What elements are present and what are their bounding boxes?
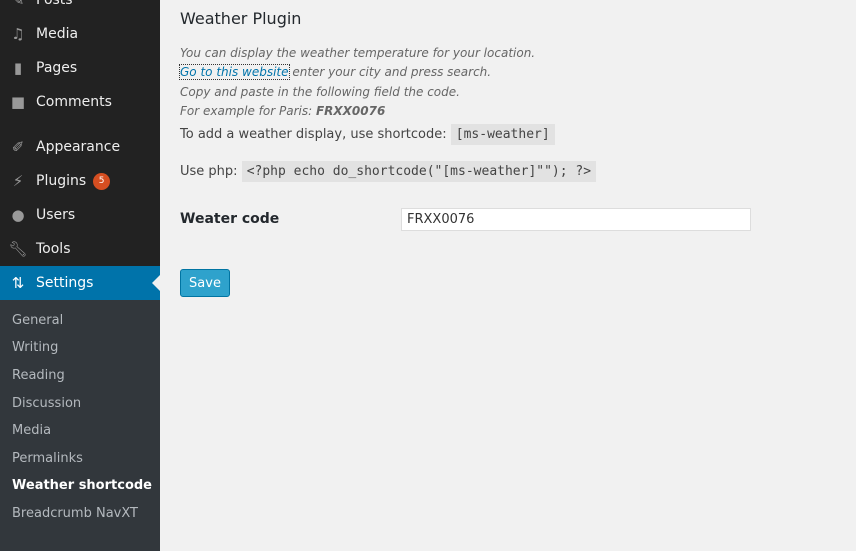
settings-icon: ⇅ [11, 274, 25, 292]
brush-icon: ✐ [11, 138, 25, 156]
description-line: For example for Paris: FRXX0076 [180, 104, 386, 118]
admin-sidebar: ✎ Posts ♫ Media ▮ Pages ■ Comments ✐ Appearan… [0, 0, 160, 551]
pages-icon: ▮ [13, 59, 23, 77]
submenu-permalinks[interactable]: Permalinks [12, 451, 83, 466]
weather-code-input[interactable] [401, 208, 751, 231]
menu-posts[interactable]: ✎ Posts [0, 0, 160, 17]
submenu-weather-shortcode[interactable]: Weather shortcode [12, 478, 152, 493]
users-icon: ● [11, 206, 25, 224]
page-title: Weather Plugin [180, 9, 302, 28]
description-line: You can display the weather temperature … [180, 46, 536, 60]
menu-users[interactable]: ● Users [0, 198, 160, 232]
submenu-reading[interactable]: Reading [12, 368, 65, 383]
weather-code-label: Weater code [180, 211, 280, 227]
example-code: FRXX0076 [315, 104, 386, 118]
submenu-general[interactable]: General [12, 313, 63, 328]
comments-icon: ■ [10, 93, 26, 111]
shortcode: [ms-weather] [450, 124, 555, 145]
save-button[interactable]: Save [180, 269, 230, 297]
submenu-writing[interactable]: Writing [12, 340, 58, 355]
website-link[interactable]: Go to this website [179, 64, 290, 80]
media-icon: ♫ [11, 25, 25, 43]
pin-icon: ✎ [11, 0, 25, 9]
description-line: Go to this website enter your city and p… [179, 64, 492, 80]
menu-settings[interactable]: ⇅ Settings [0, 266, 160, 300]
php-snippet: <?php echo do_shortcode("[ms-weather]"")… [241, 161, 597, 182]
menu-media[interactable]: ♫ Media [0, 17, 160, 51]
description-line: Copy and paste in the following field th… [180, 85, 460, 99]
update-badge: 5 [93, 172, 111, 190]
submenu-media[interactable]: Media [12, 423, 51, 438]
plugin-icon: ⚡ [12, 172, 24, 190]
wrench-icon: 🔧︎ [8, 240, 28, 258]
menu-pages[interactable]: ▮ Pages [0, 51, 160, 85]
settings-submenu: General Writing Reading Discussion Media… [0, 300, 160, 551]
menu-plugins[interactable]: ⚡ Plugins 5 [0, 164, 160, 198]
menu-appearance[interactable]: ✐ Appearance [0, 130, 160, 164]
submenu-breadcrumb-navxt[interactable]: Breadcrumb NavXT [12, 506, 138, 521]
menu-tools[interactable]: 🔧︎ Tools [0, 232, 160, 266]
submenu-discussion[interactable]: Discussion [12, 396, 81, 411]
menu-comments[interactable]: ■ Comments [0, 85, 160, 119]
php-line: Use php: <?php echo do_shortcode("[ms-we… [180, 161, 597, 182]
shortcode-line: To add a weather display, use shortcode:… [180, 124, 555, 145]
